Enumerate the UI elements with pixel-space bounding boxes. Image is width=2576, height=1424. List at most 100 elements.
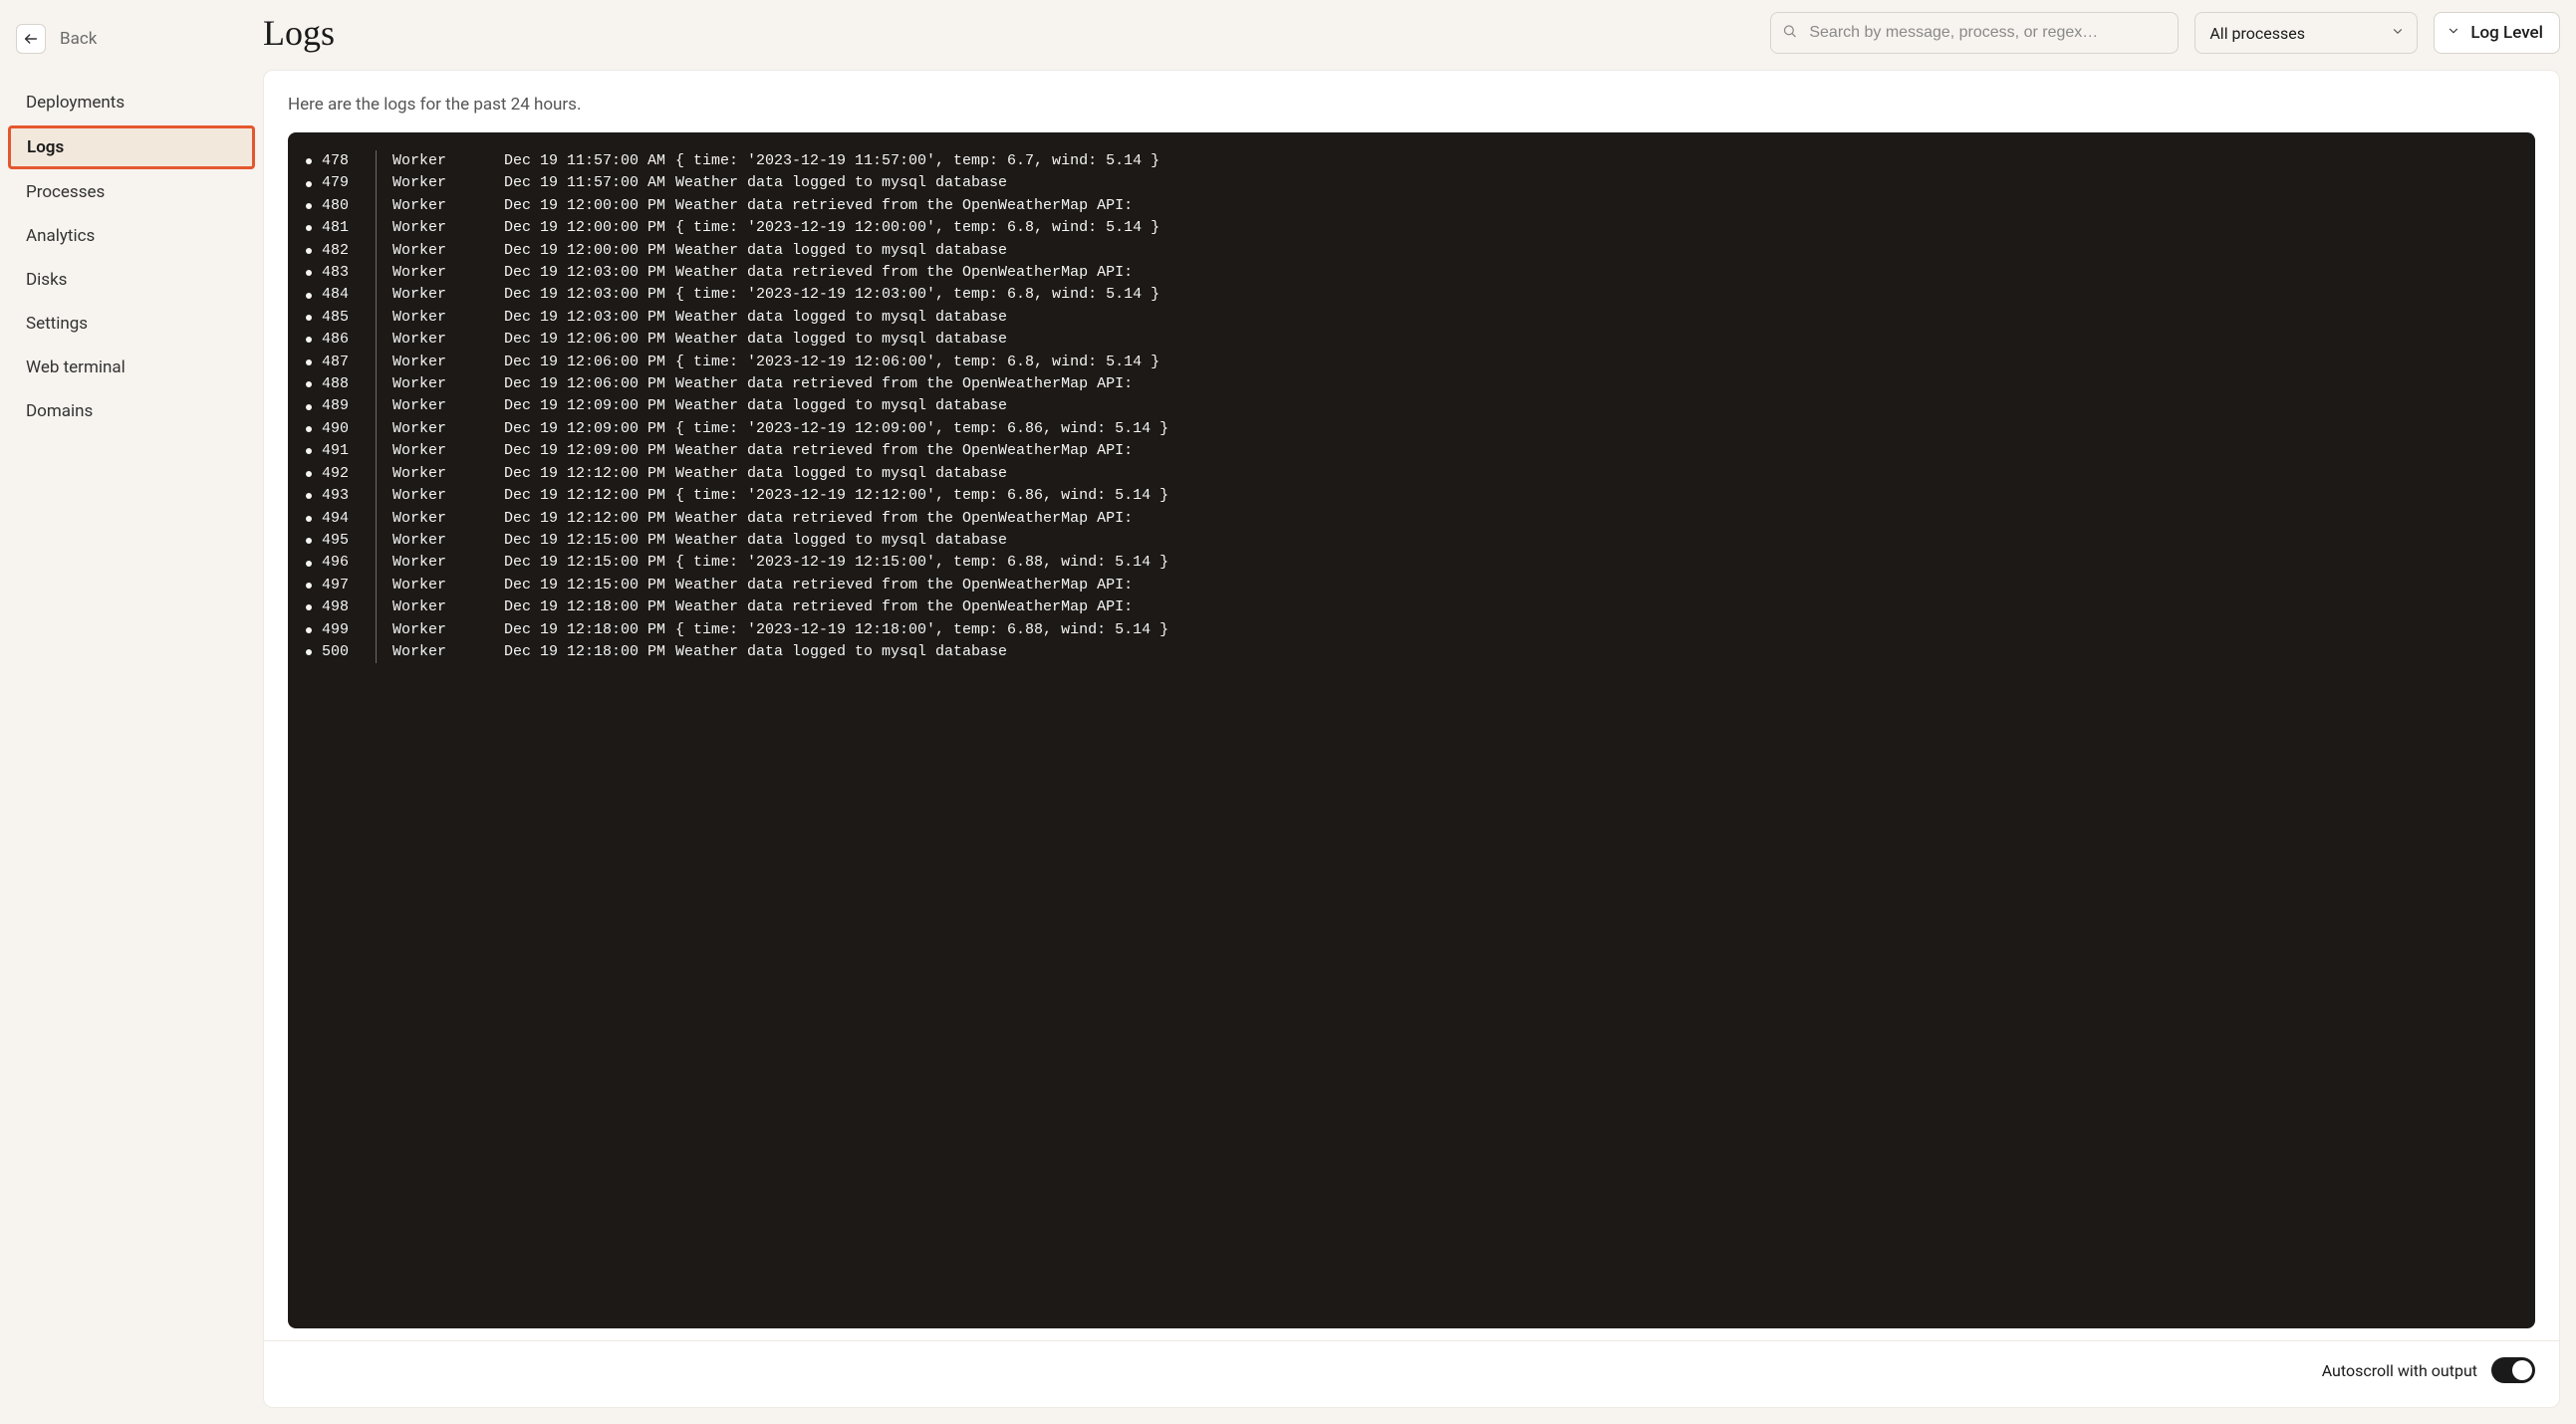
log-message: { time: '2023-12-19 12:12:00', temp: 6.8… (675, 485, 2515, 507)
log-row: 490WorkerDec 19 12:09:00 PM{ time: '2023… (306, 418, 2515, 440)
log-process: Worker (392, 552, 504, 574)
log-line-number: 490 (322, 418, 368, 440)
log-line-number: 491 (322, 440, 368, 462)
back-button[interactable]: Back (8, 16, 255, 78)
log-process: Worker (392, 463, 504, 485)
log-line-number: 493 (322, 485, 368, 507)
separator (376, 440, 377, 462)
log-row: 491WorkerDec 19 12:09:00 PMWeather data … (306, 440, 2515, 462)
log-row: 479 WorkerDec 19 11:57:00 AMWeather data … (306, 172, 2515, 194)
toggle-knob (2512, 1360, 2532, 1380)
sidebar-item-deployments[interactable]: Deployments (8, 82, 255, 123)
separator (376, 172, 377, 194)
bullet-icon (306, 561, 312, 567)
log-message: Weather data retrieved from the OpenWeat… (675, 262, 2515, 284)
sidebar-nav: DeploymentsLogsProcessesAnalyticsDisksSe… (8, 82, 255, 432)
log-row: 492WorkerDec 19 12:12:00 PMWeather data … (306, 463, 2515, 485)
log-message: { time: '2023-12-19 12:00:00', temp: 6.8… (675, 217, 2515, 239)
log-row: 482WorkerDec 19 12:00:00 PMWeather data … (306, 240, 2515, 262)
log-line-number: 478 (322, 150, 368, 172)
autoscroll-toggle[interactable] (2491, 1357, 2535, 1383)
topbar: Logs All processes Log Level (263, 12, 2560, 54)
log-line-number: 484 (322, 284, 368, 306)
log-process: Worker (392, 240, 504, 262)
log-process: Worker (392, 641, 504, 663)
sidebar-item-web-terminal[interactable]: Web terminal (8, 347, 255, 388)
log-timestamp: Dec 19 11:57:00 AM (504, 172, 675, 194)
log-line-number: 489 (322, 395, 368, 417)
log-message: Weather data logged to mysql database (675, 307, 2515, 329)
bullet-icon (306, 181, 312, 187)
log-line-number: 479 (322, 172, 368, 194)
log-process: Worker (392, 217, 504, 239)
search-wrapper (1770, 12, 2179, 54)
bullet-icon (306, 359, 312, 365)
log-process: Worker (392, 352, 504, 373)
log-message: Weather data retrieved from the OpenWeat… (675, 195, 2515, 217)
process-filter-label: All processes (2209, 24, 2305, 43)
log-process: Worker (392, 619, 504, 641)
log-message: { time: '2023-12-19 12:15:00', temp: 6.8… (675, 552, 2515, 574)
separator (376, 373, 377, 395)
log-row: 480WorkerDec 19 12:00:00 PMWeather data … (306, 195, 2515, 217)
bullet-icon (306, 426, 312, 432)
bullet-icon (306, 448, 312, 454)
card-footer: Autoscroll with output (288, 1357, 2535, 1383)
log-timestamp: Dec 19 12:03:00 PM (504, 284, 675, 306)
chevron-down-icon (2391, 24, 2405, 43)
log-level-button[interactable]: Log Level (2434, 12, 2560, 54)
log-timestamp: Dec 19 12:18:00 PM (504, 596, 675, 618)
bullet-icon (306, 315, 312, 321)
log-timestamp: Dec 19 12:15:00 PM (504, 552, 675, 574)
sidebar-item-settings[interactable]: Settings (8, 303, 255, 345)
bullet-icon (306, 516, 312, 522)
search-input[interactable] (1770, 12, 2179, 54)
bullet-icon (306, 248, 312, 254)
log-timestamp: Dec 19 12:12:00 PM (504, 485, 675, 507)
sidebar-item-domains[interactable]: Domains (8, 390, 255, 432)
sidebar: Back DeploymentsLogsProcessesAnalyticsDi… (0, 0, 263, 1424)
log-terminal-scroll[interactable]: 478WorkerDec 19 11:57:00 AM{ time: '2023… (306, 150, 2527, 1310)
separator (376, 307, 377, 329)
log-timestamp: Dec 19 12:12:00 PM (504, 508, 675, 530)
log-line-number: 481 (322, 217, 368, 239)
log-line-number: 480 (322, 195, 368, 217)
log-line-number: 496 (322, 552, 368, 574)
log-line-number: 482 (322, 240, 368, 262)
log-row: 481WorkerDec 19 12:00:00 PM{ time: '2023… (306, 217, 2515, 239)
log-row: 496 WorkerDec 19 12:15:00 PM{ time: '2023… (306, 552, 2515, 574)
separator (376, 508, 377, 530)
log-line-number: 488 (322, 373, 368, 395)
log-timestamp: Dec 19 12:09:00 PM (504, 440, 675, 462)
log-process: Worker (392, 172, 504, 194)
log-message: Weather data retrieved from the OpenWeat… (675, 440, 2515, 462)
log-message: Weather data retrieved from the OpenWeat… (675, 596, 2515, 618)
log-message: Weather data logged to mysql database (675, 329, 2515, 351)
search-icon (1782, 24, 1797, 43)
subtitle: Here are the logs for the past 24 hours. (288, 95, 2535, 115)
separator (376, 641, 377, 663)
log-message: Weather data logged to mysql database (675, 641, 2515, 663)
log-row: 499WorkerDec 19 12:18:00 PM{ time: '2023… (306, 619, 2515, 641)
log-process: Worker (392, 150, 504, 172)
separator (376, 150, 377, 172)
sidebar-item-disks[interactable]: Disks (8, 259, 255, 301)
log-process: Worker (392, 284, 504, 306)
bullet-icon (306, 583, 312, 589)
autoscroll-label: Autoscroll with output (2322, 1361, 2477, 1380)
log-message: Weather data retrieved from the OpenWeat… (675, 508, 2515, 530)
process-filter-dropdown[interactable]: All processes (2194, 12, 2418, 54)
log-message: Weather data logged to mysql database (675, 172, 2515, 194)
log-message: { time: '2023-12-19 12:18:00', temp: 6.8… (675, 619, 2515, 641)
log-process: Worker (392, 262, 504, 284)
log-terminal: 478WorkerDec 19 11:57:00 AM{ time: '2023… (288, 132, 2535, 1328)
bullet-icon (306, 404, 312, 410)
sidebar-item-analytics[interactable]: Analytics (8, 215, 255, 257)
sidebar-item-logs[interactable]: Logs (8, 125, 255, 169)
log-level-label: Log Level (2470, 23, 2543, 43)
separator (376, 195, 377, 217)
log-timestamp: Dec 19 12:03:00 PM (504, 262, 675, 284)
sidebar-item-processes[interactable]: Processes (8, 171, 255, 213)
separator (376, 418, 377, 440)
log-message: Weather data logged to mysql database (675, 240, 2515, 262)
